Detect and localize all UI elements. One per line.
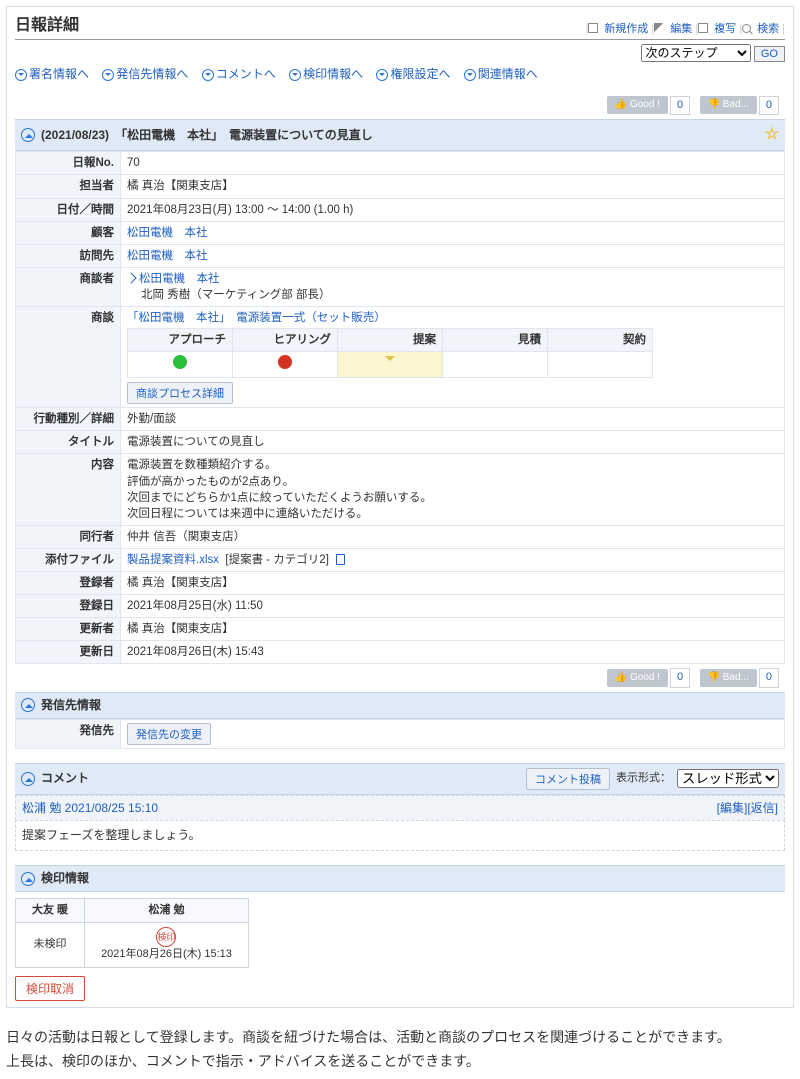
chevron-down-icon <box>464 69 476 81</box>
stage-proposal <box>338 352 443 378</box>
search-icon <box>742 24 751 33</box>
deal-party-link[interactable]: 松田電機 本社 <box>139 273 220 285</box>
comment-format-select[interactable]: スレッド形式 <box>677 769 779 788</box>
stamp-cell-2: 検印 2021年08月26日(木) 15:13 <box>85 923 249 967</box>
bad-button-2[interactable]: 👎 Bad... <box>700 669 757 687</box>
report-title: 電源装置についての見直し <box>121 431 785 454</box>
local-nav: 署名情報へ 発信先情報へ コメントへ 検印情報へ 権限設定へ 関連情報へ <box>15 66 785 85</box>
comment-body: 提案フェーズを整理しましょう。 <box>15 820 785 851</box>
stage-approach <box>128 352 233 378</box>
copy-link[interactable]: 複写 <box>714 23 736 35</box>
stage-hearing <box>233 352 338 378</box>
stage-contract <box>548 352 653 378</box>
comment-format-label: 表示形式： <box>616 771 671 786</box>
nav-related[interactable]: 関連情報へ <box>464 66 538 83</box>
companion: 仲井 信吾（関東支店） <box>121 525 785 548</box>
detail-date: (2021/08/23) <box>41 127 109 144</box>
nav-comment[interactable]: コメントへ <box>202 66 276 83</box>
nav-signature[interactable]: 署名情報へ <box>15 66 89 83</box>
new-link[interactable]: 新規作成 <box>604 23 648 35</box>
chevron-down-icon <box>376 69 388 81</box>
copy-icon <box>698 23 708 33</box>
datetime: 2021年08月23日(月) 13:00 ～ 14:00 (1.00 h) <box>121 198 785 221</box>
collapse-icon[interactable] <box>21 872 35 886</box>
collapse-icon[interactable] <box>21 698 35 712</box>
nav-permission[interactable]: 権限設定へ <box>376 66 450 83</box>
registered-at: 2021年08月25日(水) 11:50 <box>121 595 785 618</box>
stamp-header: 検印情報 <box>15 865 785 892</box>
search-link[interactable]: 検索 <box>757 23 779 35</box>
star-icon[interactable]: ☆ <box>765 124 779 146</box>
detail-header: (2021/08/23) 「松田電機 本社」 電源装置についての見直し ☆ <box>15 119 785 151</box>
edit-link[interactable]: 編集 <box>670 23 692 35</box>
collapse-icon[interactable] <box>21 772 35 786</box>
page-title: 日報詳細 <box>15 15 79 37</box>
distribution-header: 発信先情報 <box>15 692 785 719</box>
go-button[interactable]: GO <box>754 46 785 62</box>
nav-distribution[interactable]: 発信先情報へ <box>102 66 188 83</box>
process-detail-button[interactable]: 商談プロセス詳細 <box>127 382 233 404</box>
dot-red-icon <box>278 355 292 369</box>
deal-link[interactable]: 「松田電機 本社」 電源装置一式（セット販売） <box>127 312 386 324</box>
bad-count: 0 <box>759 96 779 115</box>
dot-green-icon <box>173 355 187 369</box>
chevron-down-icon <box>202 69 214 81</box>
visit-link[interactable]: 松田電機 本社 <box>127 250 208 262</box>
stage-quote <box>443 352 548 378</box>
collapse-icon[interactable] <box>21 128 35 142</box>
good-button-2[interactable]: 👍 Good ! <box>607 669 668 687</box>
arrow-down-icon <box>385 356 395 366</box>
stamp-table: 大友 暖松浦 勉 未検印 検印 2021年08月26日(木) 15:13 <box>15 898 249 968</box>
good-count: 0 <box>670 96 690 115</box>
chevron-down-icon <box>102 69 114 81</box>
updated-at: 2021年08月26日(木) 15:43 <box>121 641 785 664</box>
comment-actions[interactable]: [編集][返信] <box>717 801 778 815</box>
footnote: 日々の活動は日報として登録します。商談を紐づけた場合は、活動と商談のプロセスを関… <box>6 1026 794 1074</box>
edit-icon <box>654 23 664 33</box>
stamp-cell-1: 未検印 <box>16 923 85 967</box>
change-distribution-button[interactable]: 発信先の変更 <box>127 723 211 745</box>
owner: 橘 真治【関東支店】 <box>121 175 785 198</box>
nav-stamp[interactable]: 検印情報へ <box>289 66 363 83</box>
cancel-stamp-button[interactable]: 検印取消 <box>15 976 85 1001</box>
top-actions: |新規作成 |編集 |複写 |検索 | <box>585 22 785 37</box>
comment-author: 松浦 勉 2021/08/25 15:10 <box>22 800 158 817</box>
chevron-down-icon <box>15 69 27 81</box>
good-button[interactable]: 👍 Good ! <box>607 96 668 114</box>
post-comment-button[interactable]: コメント投稿 <box>526 768 610 790</box>
chevron-down-icon <box>289 69 301 81</box>
process-table: アプローチ ヒアリング 提案 見積 契約 <box>127 328 653 378</box>
detail-title: 「松田電機 本社」 電源装置についての見直し <box>115 127 373 144</box>
new-icon <box>588 23 598 33</box>
report-body: 電源装置を数種類紹介する。 評価が高かったものが2点あり。 次回までにどちらか1… <box>121 454 785 525</box>
attachment-category: [提案書 - カテゴリ2] <box>225 554 329 566</box>
expand-icon[interactable] <box>125 272 136 283</box>
updated-by: 橘 真治【関東支店】 <box>121 618 785 641</box>
action-kind: 外勤/面談 <box>121 408 785 431</box>
bad-button[interactable]: 👎 Bad... <box>700 96 757 114</box>
contact-name: 北岡 秀樹（マーケティング部 部長） <box>141 289 330 301</box>
detail-table: 日報No.70 担当者橘 真治【関東支店】 日付／時間2021年08月23日(月… <box>15 151 785 664</box>
customer-link[interactable]: 松田電機 本社 <box>127 227 208 239</box>
attachment-link[interactable]: 製品提案資料.xlsx <box>127 554 219 566</box>
comment-header: コメント コメント投稿 表示形式： スレッド形式 <box>15 763 785 795</box>
next-step-select[interactable]: 次のステップ <box>641 44 751 62</box>
registered-by: 橘 真治【関東支店】 <box>121 572 785 595</box>
stamp-mark-icon: 検印 <box>156 927 176 947</box>
document-icon[interactable] <box>336 554 345 565</box>
report-no: 70 <box>121 152 785 175</box>
